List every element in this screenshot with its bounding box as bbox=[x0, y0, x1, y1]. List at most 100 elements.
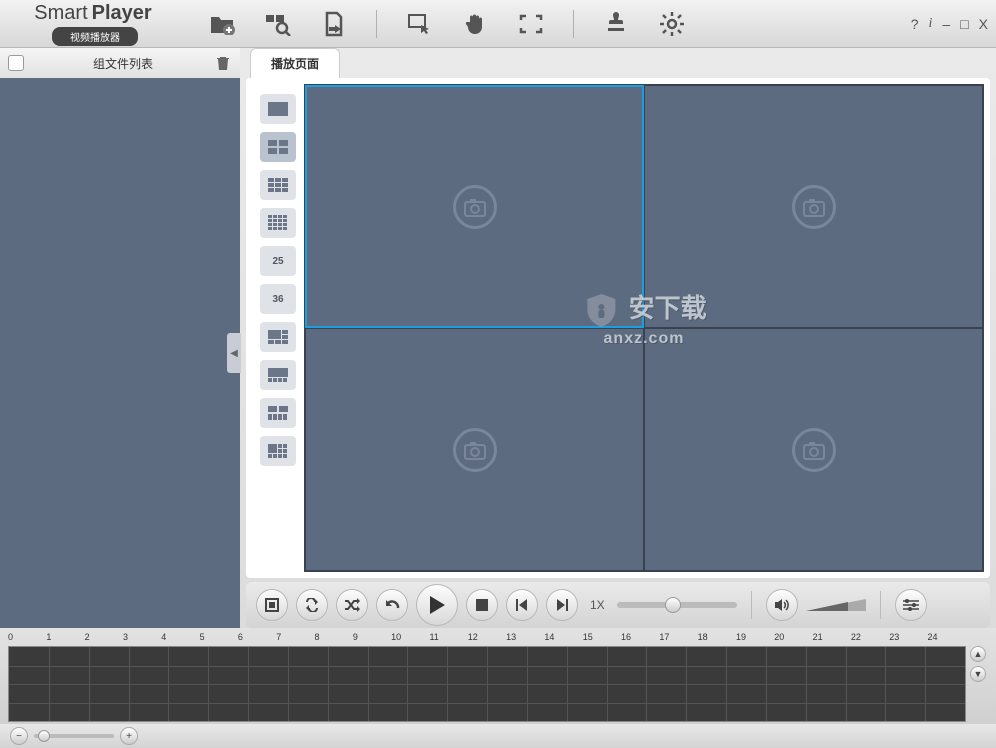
zoom-in-button[interactable]: + bbox=[120, 727, 138, 745]
zoom-thumb[interactable] bbox=[38, 730, 50, 742]
sidebar-body: ◀ bbox=[0, 78, 240, 628]
search-icon[interactable] bbox=[264, 10, 292, 38]
timeline-tick: 20 bbox=[774, 632, 812, 646]
timeline-up-button[interactable]: ▲ bbox=[970, 646, 986, 662]
timeline-tick: 15 bbox=[583, 632, 621, 646]
bottombar: − + bbox=[0, 724, 996, 748]
select-all-checkbox[interactable] bbox=[8, 55, 24, 71]
layout-4[interactable] bbox=[260, 132, 296, 162]
video-grid: 安下载 anxz.com bbox=[304, 84, 984, 572]
info-button[interactable]: i bbox=[929, 16, 933, 32]
camera-placeholder-icon bbox=[453, 185, 497, 229]
timeline-ruler: 0123456789101112131415161718192021222324 bbox=[8, 632, 966, 646]
timeline-tick: 10 bbox=[391, 632, 429, 646]
timeline-tick: 0 bbox=[8, 632, 46, 646]
stamp-icon[interactable] bbox=[602, 10, 630, 38]
layout-custom-2[interactable] bbox=[260, 360, 296, 390]
delete-icon[interactable] bbox=[214, 54, 232, 72]
camera-placeholder-icon bbox=[792, 185, 836, 229]
layout-36[interactable]: 36 bbox=[260, 284, 296, 314]
app-name-bold: Player bbox=[92, 2, 152, 25]
hand-icon[interactable] bbox=[461, 10, 489, 38]
timeline-tick: 2 bbox=[85, 632, 123, 646]
shuffle-button[interactable] bbox=[336, 589, 368, 621]
layout-bar: 25 36 bbox=[252, 84, 304, 572]
timeline-tick: 8 bbox=[315, 632, 353, 646]
video-cell-4[interactable] bbox=[644, 328, 983, 571]
timeline-tick: 4 bbox=[161, 632, 199, 646]
layout-custom-3[interactable] bbox=[260, 398, 296, 428]
timeline-tick: 14 bbox=[544, 632, 582, 646]
timeline-tick: 21 bbox=[813, 632, 851, 646]
undo-button[interactable] bbox=[376, 589, 408, 621]
sidebar: 组文件列表 ◀ bbox=[0, 48, 240, 628]
timeline-tick: 17 bbox=[659, 632, 697, 646]
play-button[interactable] bbox=[416, 584, 458, 626]
video-cell-3[interactable] bbox=[305, 328, 644, 571]
sidebar-header: 组文件列表 bbox=[0, 48, 240, 78]
settings-icon[interactable] bbox=[658, 10, 686, 38]
loop-button[interactable] bbox=[296, 589, 328, 621]
layout-9[interactable] bbox=[260, 170, 296, 200]
collapse-handle[interactable]: ◀ bbox=[227, 333, 241, 373]
layout-16[interactable] bbox=[260, 208, 296, 238]
maximize-button[interactable]: □ bbox=[960, 16, 968, 32]
folder-add-icon[interactable] bbox=[208, 10, 236, 38]
timeline-tick: 11 bbox=[429, 632, 467, 646]
equalizer-button[interactable] bbox=[895, 589, 927, 621]
timeline-tick: 1 bbox=[46, 632, 84, 646]
sidebar-title: 组文件列表 bbox=[32, 55, 214, 72]
frame-forward-button[interactable] bbox=[546, 589, 578, 621]
export-icon[interactable] bbox=[320, 10, 348, 38]
titlebar: Smart Player 视频播放器 ? i – □ X bbox=[0, 0, 996, 48]
timeline-tick: 12 bbox=[468, 632, 506, 646]
timeline-tick: 16 bbox=[621, 632, 659, 646]
app-brand: Smart Player 视频播放器 bbox=[8, 2, 178, 46]
timeline: 0123456789101112131415161718192021222324… bbox=[0, 628, 996, 724]
main-toolbar bbox=[208, 10, 686, 38]
stop-all-button[interactable] bbox=[256, 589, 288, 621]
tab-playback[interactable]: 播放页面 bbox=[250, 48, 340, 78]
speed-thumb[interactable] bbox=[665, 597, 681, 613]
stop-button[interactable] bbox=[466, 589, 498, 621]
zoom-out-button[interactable]: − bbox=[10, 727, 28, 745]
minimize-button[interactable]: – bbox=[942, 16, 950, 32]
window-controls: ? i – □ X bbox=[911, 16, 988, 32]
speed-slider[interactable] bbox=[617, 602, 737, 608]
layout-1[interactable] bbox=[260, 94, 296, 124]
timeline-tick: 13 bbox=[506, 632, 544, 646]
close-button[interactable]: X bbox=[979, 16, 988, 32]
region-select-icon[interactable] bbox=[405, 10, 433, 38]
tabbar: 播放页面 bbox=[240, 48, 996, 78]
timeline-tick: 7 bbox=[276, 632, 314, 646]
video-cell-1[interactable] bbox=[305, 85, 644, 328]
speed-label: 1X bbox=[590, 598, 605, 612]
app-name-light: Smart bbox=[34, 2, 87, 25]
layout-custom-1[interactable] bbox=[260, 322, 296, 352]
timeline-tick: 3 bbox=[123, 632, 161, 646]
zoom-slider[interactable] bbox=[34, 734, 114, 738]
camera-placeholder-icon bbox=[453, 428, 497, 472]
volume-slider[interactable] bbox=[806, 597, 866, 613]
timeline-tick: 18 bbox=[698, 632, 736, 646]
app-subtitle: 视频播放器 bbox=[52, 27, 138, 46]
timeline-tick: 19 bbox=[736, 632, 774, 646]
timeline-tick: 22 bbox=[851, 632, 889, 646]
volume-icon[interactable] bbox=[766, 589, 798, 621]
timeline-tracks[interactable] bbox=[8, 646, 966, 722]
timeline-tick: 5 bbox=[200, 632, 238, 646]
camera-placeholder-icon bbox=[792, 428, 836, 472]
help-button[interactable]: ? bbox=[911, 16, 919, 32]
timeline-tick: 24 bbox=[928, 632, 966, 646]
video-cell-2[interactable] bbox=[644, 85, 983, 328]
timeline-down-button[interactable]: ▼ bbox=[970, 666, 986, 682]
layout-25[interactable]: 25 bbox=[260, 246, 296, 276]
playback-controls: 1X bbox=[246, 582, 990, 628]
center-panel: 播放页面 25 36 bbox=[240, 48, 996, 628]
frame-back-button[interactable] bbox=[506, 589, 538, 621]
timeline-tick: 9 bbox=[353, 632, 391, 646]
fullscreen-icon[interactable] bbox=[517, 10, 545, 38]
layout-custom-4[interactable] bbox=[260, 436, 296, 466]
timeline-tick: 23 bbox=[889, 632, 927, 646]
timeline-tick: 6 bbox=[238, 632, 276, 646]
